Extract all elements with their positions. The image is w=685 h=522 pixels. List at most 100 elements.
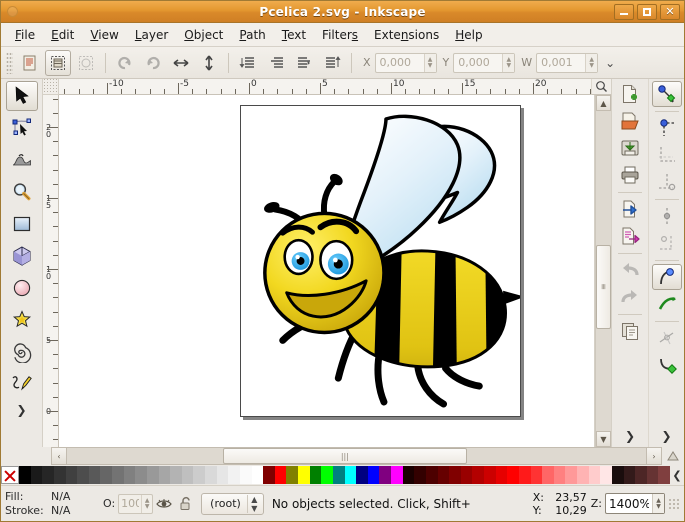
w-input[interactable]	[537, 53, 586, 72]
vertical-scroll-track[interactable]: ≡	[596, 111, 611, 431]
palette-swatch[interactable]	[437, 466, 450, 484]
palette-swatch[interactable]	[309, 466, 322, 484]
select-all-icon[interactable]	[17, 50, 43, 76]
palette-swatch[interactable]	[565, 466, 577, 484]
y-spinbox[interactable]: ▲▼	[453, 52, 516, 73]
palette-swatch[interactable]	[205, 466, 217, 484]
fill-stroke-indicator[interactable]: Fill: N/A Stroke: N/A	[5, 490, 97, 518]
snap-to-paths-icon[interactable]	[652, 169, 682, 195]
palette-swatches[interactable]	[19, 466, 670, 484]
palette-swatch[interactable]	[274, 466, 287, 484]
palette-scroll-icon[interactable]: ❮	[670, 469, 684, 482]
color-palette[interactable]: ❮	[1, 465, 684, 485]
palette-swatch[interactable]	[507, 466, 519, 484]
zoom-stepper[interactable]: ▲ ▼	[652, 494, 664, 513]
node-tool[interactable]	[6, 113, 38, 143]
menu-extensions[interactable]: Extensions	[366, 25, 447, 45]
palette-swatch[interactable]	[135, 466, 147, 484]
rotate-cw-icon[interactable]	[140, 50, 166, 76]
unlock-icon[interactable]	[176, 494, 196, 514]
eye-icon[interactable]	[154, 494, 174, 514]
duplicate-icon[interactable]	[615, 318, 645, 344]
palette-swatch[interactable]	[611, 466, 624, 484]
horizontal-scroll-track[interactable]: |||	[67, 447, 646, 465]
scroll-up-button[interactable]: ▲	[596, 95, 611, 111]
snap-enable-icon[interactable]	[651, 81, 682, 107]
snap-to-cusp-node-icon[interactable]	[652, 325, 682, 351]
vertical-ruler[interactable]: 2 01 51 050	[43, 95, 59, 447]
palette-swatch[interactable]	[42, 466, 54, 484]
palette-swatch[interactable]	[123, 466, 136, 484]
palette-swatch[interactable]	[553, 466, 566, 484]
palette-swatch[interactable]	[53, 466, 66, 484]
palette-swatch[interactable]	[646, 466, 659, 484]
palette-swatch[interactable]	[146, 466, 159, 484]
rectangle-tool[interactable]	[6, 209, 38, 239]
lower-icon[interactable]	[291, 50, 317, 76]
select-all-in-all-layers-icon[interactable]	[45, 49, 71, 76]
palette-swatch[interactable]	[379, 466, 391, 484]
box3d-tool[interactable]	[6, 241, 38, 271]
snap-to-path-node-icon[interactable]	[651, 264, 682, 290]
palette-swatch[interactable]	[239, 466, 252, 484]
rotate-ccw-icon[interactable]	[112, 50, 138, 76]
open-document-icon[interactable]	[615, 108, 645, 134]
snap-to-bounding-box-icon[interactable]	[652, 142, 682, 168]
palette-swatch[interactable]	[402, 466, 415, 484]
palette-swatch[interactable]	[577, 466, 589, 484]
palette-swatch[interactable]	[658, 466, 670, 484]
deselect-icon[interactable]	[73, 50, 99, 76]
zoom-tool[interactable]	[6, 177, 38, 207]
snap-to-path-intersection-icon[interactable]	[652, 291, 682, 317]
close-button[interactable]: ✕	[660, 3, 680, 20]
palette-swatch[interactable]	[298, 466, 310, 484]
sticky-zoom-icon[interactable]	[662, 447, 684, 465]
palette-swatch[interactable]	[158, 466, 171, 484]
layer-dropdown-icon[interactable]: ▲ ▼	[246, 494, 261, 513]
palette-swatch[interactable]	[460, 466, 473, 484]
w-spinbox[interactable]: ▲▼	[536, 52, 599, 73]
palette-swatch[interactable]	[472, 466, 484, 484]
tweak-tool[interactable]	[6, 145, 38, 175]
selector-tool[interactable]	[5, 81, 38, 111]
x-stepper[interactable]: ▲ ▼	[423, 53, 436, 72]
minimize-button[interactable]	[614, 3, 634, 20]
maximize-button[interactable]	[637, 3, 657, 20]
horizontal-scrollbar[interactable]: ‹ ||| ›	[51, 447, 662, 465]
snap-to-nodes-icon[interactable]	[652, 115, 682, 141]
palette-swatch[interactable]	[600, 466, 612, 484]
horizontal-ruler[interactable]: -10 -5 0 5 10 15 20	[59, 79, 591, 95]
palette-swatch[interactable]	[100, 466, 112, 484]
palette-swatch[interactable]	[228, 466, 240, 484]
print-document-icon[interactable]	[615, 162, 645, 188]
scroll-right-button[interactable]: ›	[646, 447, 662, 465]
palette-swatch[interactable]	[30, 466, 43, 484]
palette-swatch[interactable]	[391, 466, 403, 484]
palette-swatch[interactable]	[588, 466, 601, 484]
menu-text[interactable]: Text	[274, 25, 314, 45]
palette-swatch[interactable]	[414, 466, 426, 484]
commands-more-icon[interactable]: ❯	[625, 429, 635, 443]
raise-icon[interactable]	[263, 50, 289, 76]
snap-more-icon[interactable]: ❯	[661, 429, 671, 443]
flip-vertical-icon[interactable]	[196, 50, 222, 76]
menu-path[interactable]: Path	[231, 25, 273, 45]
vertical-scroll-thumb[interactable]: ≡	[596, 245, 611, 329]
menu-layer[interactable]: Layer	[127, 25, 176, 45]
menu-edit[interactable]: Edit	[43, 25, 82, 45]
lower-to-bottom-icon[interactable]	[319, 50, 345, 76]
palette-swatch[interactable]	[344, 466, 357, 484]
palette-swatch[interactable]	[65, 466, 78, 484]
palette-swatch[interactable]	[518, 466, 531, 484]
palette-swatch[interactable]	[321, 466, 333, 484]
palette-swatch[interactable]	[286, 466, 298, 484]
chevron-down-icon[interactable]: ⌄	[605, 56, 615, 70]
palette-swatch[interactable]	[356, 466, 368, 484]
export-icon[interactable]	[615, 223, 645, 249]
zoom-spinbox[interactable]: ▲▼	[605, 493, 665, 514]
palette-swatch[interactable]	[19, 466, 31, 484]
snap-to-smooth-node-icon[interactable]	[652, 352, 682, 378]
palette-swatch[interactable]	[367, 466, 380, 484]
save-document-icon[interactable]	[615, 135, 645, 161]
flip-horizontal-icon[interactable]	[168, 50, 194, 76]
